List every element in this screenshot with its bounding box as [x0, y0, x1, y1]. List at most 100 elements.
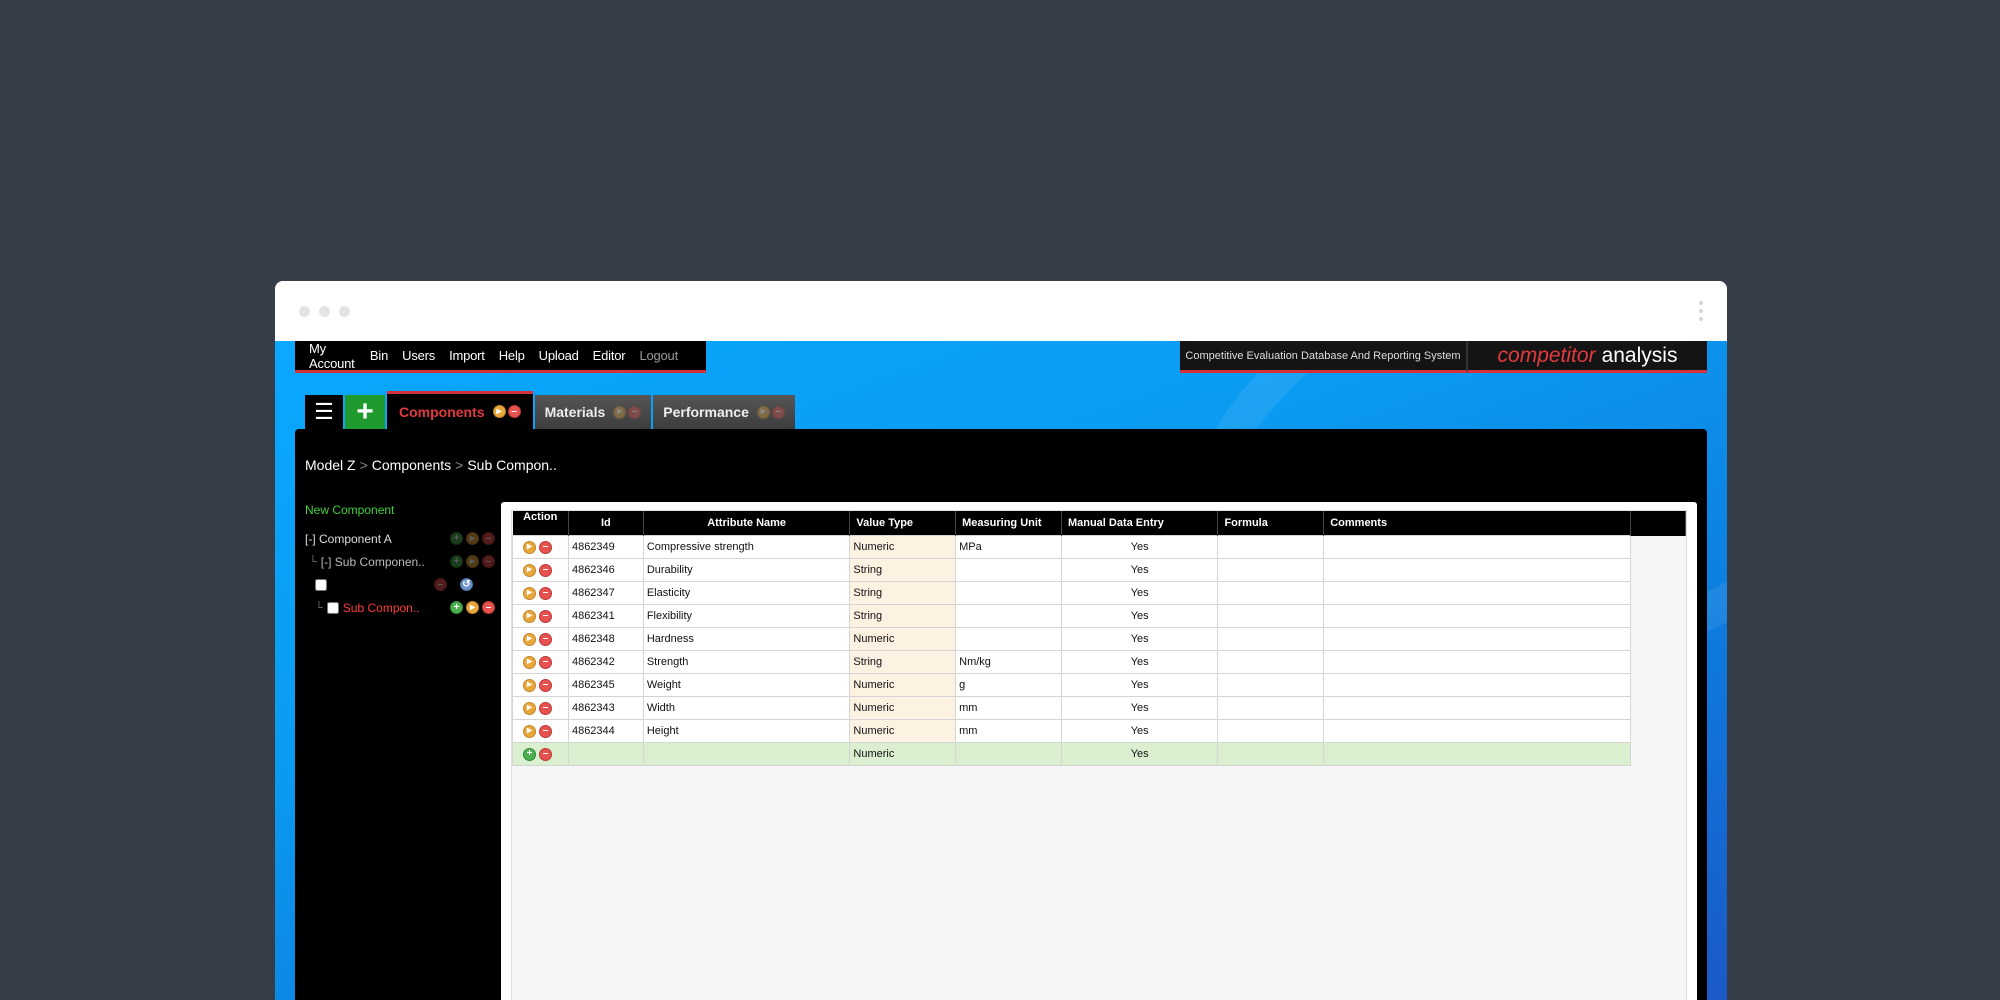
cell-formula[interactable] — [1217, 742, 1325, 766]
table-row[interactable]: ▸ –4862348 Hardness Numeric Yes — [512, 627, 1686, 651]
delete-icon[interactable]: – — [539, 609, 552, 623]
cell-attribute-name[interactable]: Flexibility — [642, 604, 851, 628]
cell-comments[interactable] — [1323, 535, 1632, 559]
add-icon[interactable]: + — [450, 532, 463, 545]
table-row[interactable]: ▸ –4862344 Height Numeric mm Yes — [512, 719, 1686, 743]
cell-value-type[interactable]: Numeric — [849, 627, 957, 651]
table-row[interactable]: ▸ –4862342 Strength String Nm/kg Yes — [512, 650, 1686, 674]
cell-value-type[interactable]: Numeric — [849, 673, 957, 697]
play-icon[interactable]: ▸ — [466, 555, 479, 568]
cell-comments[interactable] — [1323, 742, 1632, 766]
cell-value-type[interactable]: String — [849, 581, 957, 605]
cell-manual-data-entry[interactable]: Yes — [1060, 742, 1219, 766]
delete-icon[interactable]: – — [539, 632, 552, 646]
play-icon[interactable]: ▸ — [523, 701, 536, 715]
table-row[interactable]: ▸ –4862346 Durability String Yes — [512, 558, 1686, 582]
table-row[interactable]: ▸ –4862341 Flexibility String Yes — [512, 604, 1686, 628]
nav-users[interactable]: Users — [402, 348, 435, 363]
cell-formula[interactable] — [1217, 719, 1325, 743]
tree-node-label[interactable]: [-] Component A — [305, 532, 392, 546]
add-icon[interactable]: + — [450, 555, 463, 568]
delete-icon[interactable]: – — [539, 586, 552, 600]
cell-manual-data-entry[interactable]: Yes — [1060, 604, 1219, 628]
cell-attribute-name[interactable]: Hardness — [642, 627, 851, 651]
cell-measuring-unit[interactable] — [955, 558, 1062, 582]
delete-icon[interactable]: – — [771, 405, 785, 419]
cell-manual-data-entry[interactable]: Yes — [1060, 535, 1219, 559]
table-row[interactable]: ▸ –4862343 Width Numeric mm Yes — [512, 696, 1686, 720]
delete-icon[interactable]: – — [628, 405, 642, 419]
column-header-comments[interactable]: Comments — [1323, 511, 1632, 536]
column-header-action[interactable]: Action — [512, 511, 569, 539]
play-icon[interactable]: ▸ — [523, 632, 536, 646]
delete-icon[interactable]: – — [539, 678, 552, 692]
add-icon[interactable]: + — [523, 747, 536, 761]
cell-measuring-unit[interactable] — [955, 581, 1062, 605]
delete-icon[interactable]: – — [434, 578, 447, 591]
nav-logout[interactable]: Logout — [639, 348, 678, 363]
cell-id[interactable]: 4862349 — [567, 535, 644, 559]
table-row[interactable]: ▸ –4862347 Elasticity String Yes — [512, 581, 1686, 605]
play-icon[interactable]: ▸ — [523, 586, 536, 600]
cell-manual-data-entry[interactable]: Yes — [1060, 627, 1219, 651]
cell-formula[interactable] — [1217, 604, 1325, 628]
nav-help[interactable]: Help — [499, 348, 525, 363]
cell-manual-data-entry[interactable]: Yes — [1060, 696, 1219, 720]
cell-formula[interactable] — [1217, 627, 1325, 651]
play-icon[interactable]: ▸ — [492, 405, 506, 418]
cell-formula[interactable] — [1217, 673, 1325, 697]
cell-measuring-unit[interactable]: mm — [955, 719, 1062, 743]
tab-components[interactable]: Components ▸ – — [387, 391, 533, 429]
cell-measuring-unit[interactable]: MPa — [955, 535, 1062, 559]
info-icon[interactable]: ↺ — [460, 578, 473, 591]
nav-my-account[interactable]: My Account — [309, 341, 356, 371]
column-header-measuring-unit[interactable]: Measuring Unit — [955, 511, 1062, 536]
breadcrumb-item[interactable]: Components — [372, 457, 451, 473]
table-new-row[interactable]: + – Numeric Yes — [512, 742, 1686, 766]
tree-node-sub-component[interactable]: └ [-] Sub Componen.. + ▸ – — [305, 550, 495, 573]
cell-value-type[interactable]: Numeric — [849, 535, 957, 559]
cell-id[interactable]: 4862344 — [567, 719, 644, 743]
menu-icon[interactable]: ☰ — [305, 395, 343, 429]
cell-comments[interactable] — [1323, 696, 1632, 720]
cell-attribute-name[interactable]: Strength — [642, 650, 851, 674]
cell-attribute-name[interactable]: Height — [642, 719, 851, 743]
cell-measuring-unit[interactable]: g — [955, 673, 1062, 697]
cell-attribute-name[interactable]: Elasticity — [642, 581, 851, 605]
play-icon[interactable]: ▸ — [523, 678, 536, 692]
delete-icon[interactable]: – — [507, 405, 521, 418]
add-icon[interactable]: + — [450, 601, 463, 614]
cell-measuring-unit[interactable] — [955, 742, 1062, 766]
tree-node-component-a[interactable]: [-] Component A + ▸ – — [305, 527, 495, 550]
kebab-menu-icon[interactable] — [1699, 301, 1703, 325]
cell-comments[interactable] — [1323, 719, 1632, 743]
cell-formula[interactable] — [1217, 581, 1325, 605]
cell-measuring-unit[interactable]: mm — [955, 696, 1062, 720]
play-icon[interactable]: ▸ — [523, 724, 536, 738]
cell-measuring-unit[interactable] — [955, 627, 1062, 651]
cell-manual-data-entry[interactable]: Yes — [1060, 558, 1219, 582]
delete-icon[interactable]: – — [539, 701, 552, 715]
cell-comments[interactable] — [1323, 604, 1632, 628]
tree-node-sub-compon-selected[interactable]: └ Sub Compon.. + ▸ – — [305, 596, 495, 619]
cell-manual-data-entry[interactable]: Yes — [1060, 673, 1219, 697]
delete-icon[interactable]: – — [539, 563, 552, 577]
cell-formula[interactable] — [1217, 696, 1325, 720]
cell-id[interactable]: 4862347 — [567, 581, 644, 605]
tree-node-label[interactable]: [-] Sub Componen.. — [321, 555, 425, 569]
play-icon[interactable]: ▸ — [613, 405, 627, 419]
column-header-value-type[interactable]: Value Type — [849, 511, 957, 536]
add-tab-button[interactable]: + — [345, 395, 385, 429]
delete-icon[interactable]: – — [482, 555, 495, 568]
cell-attribute-name[interactable]: Weight — [642, 673, 851, 697]
play-icon[interactable]: ▸ — [523, 655, 536, 669]
column-header-id[interactable]: Id — [568, 511, 644, 536]
cell-attribute-name[interactable] — [642, 742, 851, 766]
cell-id[interactable]: 4862341 — [567, 604, 644, 628]
cell-comments[interactable] — [1323, 581, 1632, 605]
play-icon[interactable]: ▸ — [466, 601, 479, 614]
cell-value-type[interactable]: String — [849, 650, 957, 674]
play-icon[interactable]: ▸ — [523, 609, 536, 623]
cell-id[interactable]: 4862346 — [567, 558, 644, 582]
cell-comments[interactable] — [1323, 673, 1632, 697]
